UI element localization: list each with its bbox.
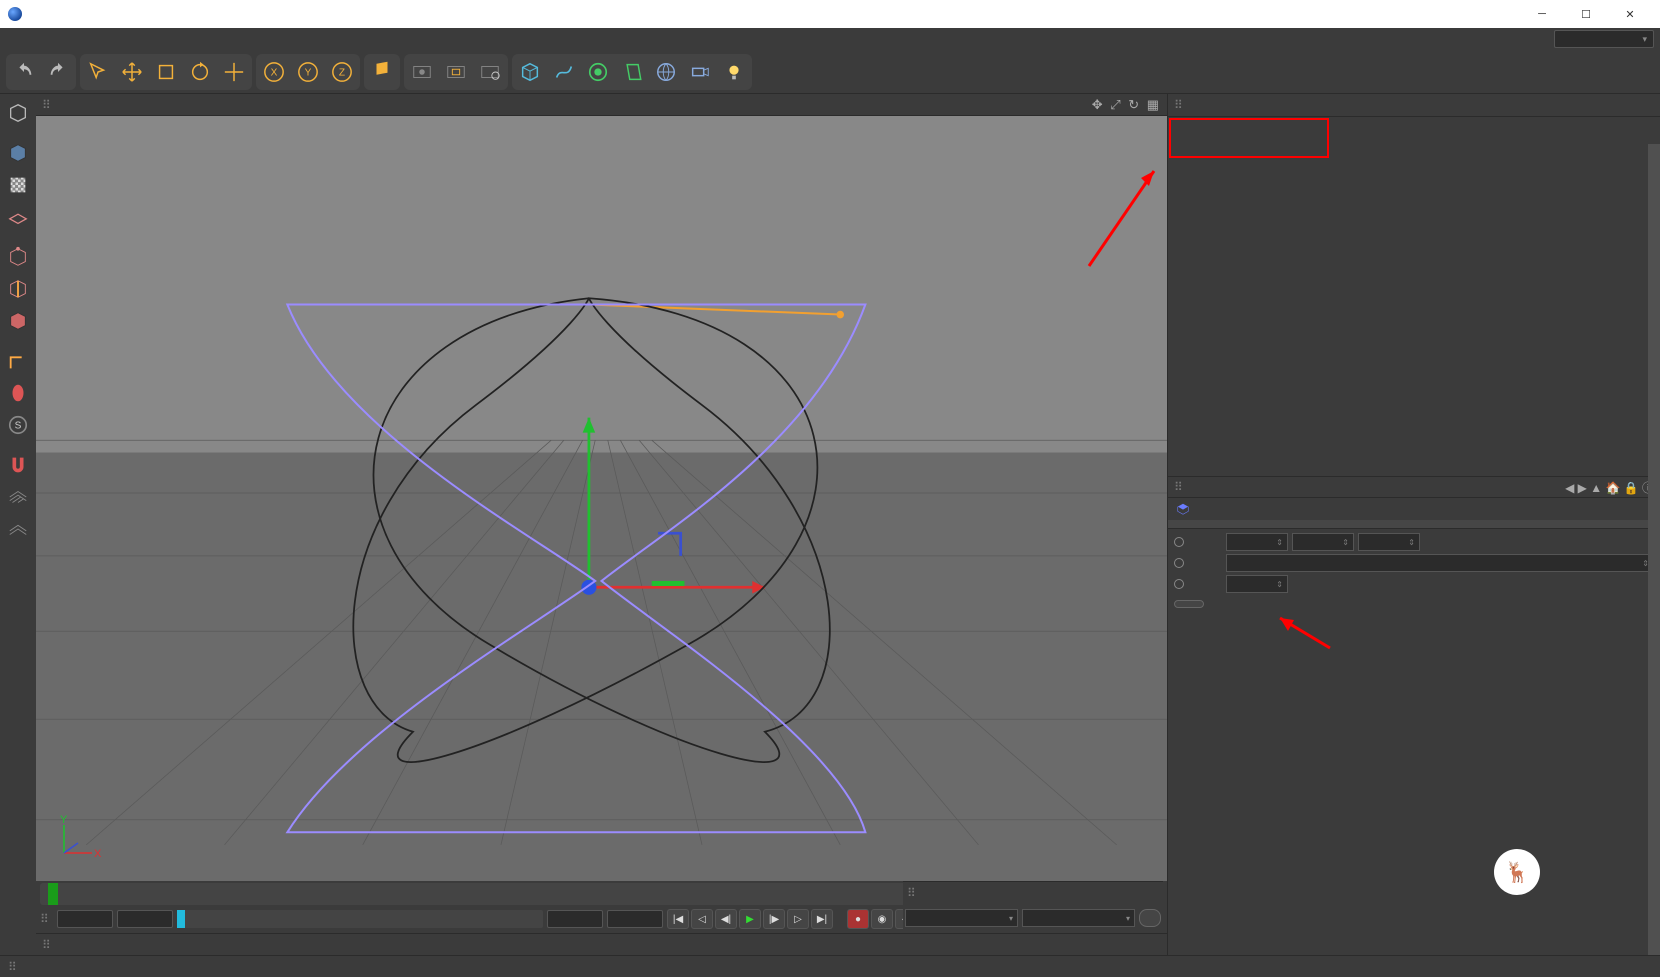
autokey-button[interactable]: ◉ [871,909,893,929]
axis-y-button[interactable]: Y [292,56,324,88]
go-start-button[interactable]: |◀ [667,909,689,929]
right-slim-toolbar[interactable] [1648,144,1660,955]
render-view-button[interactable] [406,56,438,88]
svg-text:Y: Y [60,815,68,826]
texture-mode-button[interactable] [3,170,33,200]
grip-icon: ⠿ [42,98,51,112]
attribute-nav-icons[interactable]: ◀ ▶ ▲ 🏠 🔒 ⓘ [1565,479,1654,496]
coord-mode-dropdown[interactable] [905,909,1018,927]
axis-mode-button[interactable] [3,346,33,376]
layout-dropdown[interactable] [1554,30,1654,48]
fit-to-parent-button[interactable] [1174,600,1204,608]
maximize-button[interactable]: ☐ [1564,0,1608,28]
viewport-canvas [36,116,1167,845]
render-region-button[interactable] [440,56,472,88]
magnet-button[interactable] [3,450,33,480]
make-editable-button[interactable] [3,98,33,128]
titlebar: ─ ☐ ✕ [0,0,1660,28]
main-toolbar: X Y Z [0,50,1660,94]
add-light-button[interactable] [718,56,750,88]
layout-label [1534,36,1548,42]
attribute-section-header [1168,520,1660,529]
axis-gizmo: X Y [54,815,102,863]
next-key-button[interactable]: ▷ [787,909,809,929]
timeline-track[interactable] [177,910,543,928]
add-spline-button[interactable] [548,56,580,88]
minimize-button[interactable]: ─ [1520,0,1564,28]
add-deformer-button[interactable] [616,56,648,88]
attribute-manager-menubar: ⠿ ◀ ▶ ▲ 🏠 🔒 ⓘ [1168,476,1660,498]
step-fwd-button[interactable]: |▶ [763,909,785,929]
workplane-button[interactable] [3,202,33,232]
angle-field[interactable] [1226,575,1288,593]
model-mode-button[interactable] [3,138,33,168]
move-tool[interactable] [116,56,148,88]
frame-end-field[interactable] [607,910,663,928]
object-manager-tree[interactable] [1168,116,1660,476]
step-back-button[interactable]: ◀| [715,909,737,929]
workplane-grid-button[interactable] [3,482,33,512]
deformer-icon [1176,502,1190,516]
size-y-field[interactable] [1292,533,1354,551]
snap-button[interactable]: S [3,410,33,440]
object-manager-menubar: ⠿ [1168,94,1660,116]
annotation-highlight-box [1169,118,1329,158]
mode-dropdown[interactable] [1226,554,1654,572]
add-camera-button[interactable] [684,56,716,88]
app-icon [8,7,22,21]
track-start-field[interactable] [117,910,173,928]
add-environment-button[interactable] [650,56,682,88]
edge-mode-button[interactable] [3,274,33,304]
play-button[interactable]: ▶ [739,909,761,929]
add-generator-button[interactable] [582,56,614,88]
prev-key-button[interactable]: ◁ [691,909,713,929]
tweak-mode-button[interactable] [3,378,33,408]
render-settings-button[interactable] [474,56,506,88]
svg-text:Y: Y [305,67,312,78]
watermark-logo: 🦌 [1494,849,1540,895]
poly-mode-button[interactable] [3,306,33,336]
coord-header-size [990,903,1077,907]
size-x-field[interactable] [1226,533,1288,551]
frame-start-field[interactable] [57,910,113,928]
coord-system-button[interactable] [366,56,398,88]
axis-z-button[interactable]: Z [326,56,358,88]
viewport-menubar: ⠿ ✥ ⤢ ↻ ▦ [36,94,1167,116]
axis-x-button[interactable]: X [258,56,290,88]
close-button[interactable]: ✕ [1608,0,1652,28]
status-bar: ⠿ [0,955,1660,977]
svg-text:X: X [271,67,278,78]
go-end-button[interactable]: ▶| [811,909,833,929]
scale-tool[interactable] [150,56,182,88]
main-menubar [0,28,1660,50]
viewport-nav-icons[interactable]: ✥ ⤢ ↻ ▦ [1092,97,1161,113]
attribute-object-title [1168,498,1660,520]
left-toolbar: S [0,94,36,955]
track-end-field[interactable] [547,910,603,928]
apply-button[interactable] [1139,909,1161,927]
add-cube-button[interactable] [514,56,546,88]
svg-text:X: X [94,848,102,860]
select-tool[interactable] [82,56,114,88]
last-tool[interactable] [218,56,250,88]
svg-text:S: S [15,421,22,432]
material-manager-menubar: ⠿ [36,933,1167,955]
coord-header-pos [903,903,990,907]
coord-header-rot [1076,903,1163,907]
undo-button[interactable] [8,56,40,88]
viewport[interactable]: X Y [36,116,1167,881]
record-button[interactable]: ● [847,909,869,929]
viewport-solo-button[interactable] [3,514,33,544]
redo-button[interactable] [42,56,74,88]
rotate-tool[interactable] [184,56,216,88]
size-z-field[interactable] [1358,533,1420,551]
size-mode-dropdown[interactable] [1022,909,1135,927]
annotation-arrow-2 [1270,613,1340,653]
svg-text:Z: Z [339,67,345,78]
point-mode-button[interactable] [3,242,33,272]
coordinates-panel: ⠿ [903,881,1163,929]
